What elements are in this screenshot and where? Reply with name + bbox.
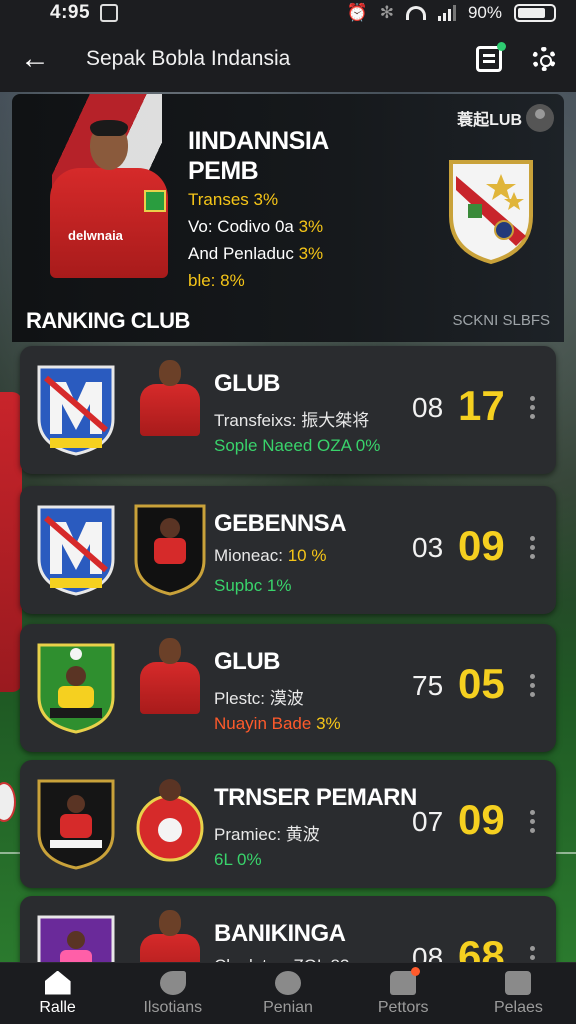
club-detail: Transfeixs: 振大桀将 (214, 411, 370, 430)
club-detail: Mioneac: 10 % (214, 546, 326, 566)
club-crest-icon (449, 160, 533, 265)
more-options-icon[interactable] (526, 810, 538, 833)
pets-icon (390, 966, 421, 995)
hero-title-line1: IINDANNSIA (188, 127, 329, 155)
club-name: GLUB (214, 648, 281, 675)
club-crest-icon (37, 365, 115, 456)
more-options-icon[interactable] (526, 536, 538, 559)
player-badge-icon (134, 504, 206, 596)
bottom-navigation: Ralle Ilsotians Penian Pettors Pelaes (0, 962, 576, 1024)
club-card[interactable]: GLUB Plestc: 漠波 Nuayin Bade 3% 75 05 (20, 624, 556, 752)
club-rank: 75 (412, 670, 444, 701)
club-stat-label: Nuayin Bade (214, 714, 317, 733)
bird-icon (159, 970, 186, 995)
club-rank: 08 (412, 392, 444, 423)
club-stat-value: 3% (316, 714, 341, 733)
hero-stat-codivo: Vo: Codivo 0a 3% (188, 213, 329, 240)
club-crest-icon (37, 779, 115, 870)
nav-label: Penian (263, 998, 313, 1016)
app-title: Sepak Bobla Indansia (86, 47, 291, 70)
background-player-figure (0, 392, 22, 692)
club-score: 05 (458, 660, 505, 707)
notification-dot (411, 966, 421, 976)
bag-icon (505, 970, 532, 995)
signal-icon (437, 5, 456, 21)
notification-dot (497, 42, 506, 51)
player-thumbnail (132, 636, 208, 736)
club-name: GEBENNSA (214, 510, 347, 537)
edit-notes-icon[interactable] (476, 42, 506, 72)
hero-stat-penladuc: And Penladuc 3% (188, 240, 329, 267)
jersey-text: delwnaia (68, 228, 123, 243)
nav-item-home[interactable]: Ralle (0, 963, 115, 1024)
club-stat: Sople Naeed OZA 0% (214, 436, 381, 455)
spotify-icon (275, 970, 301, 995)
avatar-icon[interactable] (526, 104, 554, 132)
club-crest-icon (37, 643, 115, 734)
screenshot-icon (100, 4, 119, 22)
club-card[interactable]: GEBENNSA Mioneac: 10 % Supbc 1% 03 09 (20, 486, 556, 614)
club-rank: 07 (412, 806, 444, 837)
app-bar: ← Sepak Bobla Indansia (0, 26, 576, 92)
club-detail: Pramiec: 黄波 (214, 825, 320, 844)
home-icon (44, 970, 71, 995)
wifi-icon (405, 6, 426, 20)
battery-icon (514, 4, 556, 22)
gear-icon[interactable] (532, 47, 556, 71)
club-card[interactable]: TRNSER PEMARN Pramiec: 黄波 6L 0% 07 09 (20, 760, 556, 888)
club-crest-icon (37, 505, 115, 596)
hero-stat-codivo-value: 3% (298, 217, 324, 236)
club-score: 09 (458, 796, 505, 843)
nav-label: Ilsotians (143, 998, 203, 1016)
nav-label: Pelaes (493, 998, 543, 1016)
status-time: 4:95 (50, 2, 91, 23)
hero-stat-penladuc-value: 3% (298, 244, 324, 263)
status-bar: 4:95 ⏰ ✻ 90% (0, 0, 576, 26)
club-name: GLUB (214, 370, 281, 397)
bluetooth-icon: ✻ (379, 3, 394, 22)
section-title: RANKING CLUB (26, 308, 190, 333)
player-badge-icon (136, 779, 204, 862)
nav-item-pettors[interactable]: Pettors (346, 963, 461, 1024)
hero-stat-transes: Transes 3% (188, 190, 279, 209)
club-card[interactable]: GLUB Transfeixs: 振大桀将 Sople Naeed OZA 0%… (20, 346, 556, 474)
more-options-icon[interactable] (526, 396, 538, 419)
player-thumbnail (132, 358, 208, 458)
hero-text: IINDANNSIA PEMB Transes 3% Vo: Codivo 0a… (188, 126, 329, 294)
hero-brand-label: 蓑起LUB (457, 112, 522, 129)
club-detail: Plestc: 漠波 (214, 689, 304, 708)
nav-label: Ralle (39, 998, 76, 1016)
club-detail-label: Mioneac: (214, 546, 288, 565)
hero-stat-penladuc-label: And Penladuc (188, 244, 299, 263)
club-detail-value: 10 % (287, 546, 327, 565)
club-name: TRNSER PEMARN (214, 784, 417, 811)
hero-stat-ble: ble: 8% (188, 271, 245, 290)
club-stat: Supbc 1% (214, 576, 292, 595)
hero-title-line2: PEMB (188, 157, 259, 185)
club-score: 09 (458, 522, 505, 569)
club-stat: Nuayin Bade 3% (214, 714, 341, 734)
nav-item-pelaes[interactable]: Pelaes (461, 963, 576, 1024)
more-options-icon[interactable] (526, 674, 538, 697)
club-name: BANIKINGA (214, 920, 346, 947)
alarm-icon: ⏰ (346, 3, 368, 22)
nav-item-isotians[interactable]: Ilsotians (115, 963, 230, 1024)
hero-stat-codivo-label: Vo: Codivo 0a (188, 217, 299, 236)
club-score: 17 (458, 382, 505, 429)
hero-player-image: delwnaia (32, 120, 182, 304)
back-arrow-icon[interactable]: ← (20, 42, 56, 76)
ball-image (0, 782, 16, 822)
section-tag[interactable]: SCKNI SLBFS (452, 312, 550, 329)
club-stat: 6L 0% (214, 850, 262, 869)
club-rank: 03 (412, 532, 444, 563)
hero-banner[interactable]: delwnaia IINDANNSIA PEMB Transes 3% Vo: … (12, 94, 564, 342)
nav-item-penian[interactable]: Penian (230, 963, 345, 1024)
nav-label: Pettors (377, 998, 429, 1016)
battery-percent: 90% (467, 3, 502, 22)
